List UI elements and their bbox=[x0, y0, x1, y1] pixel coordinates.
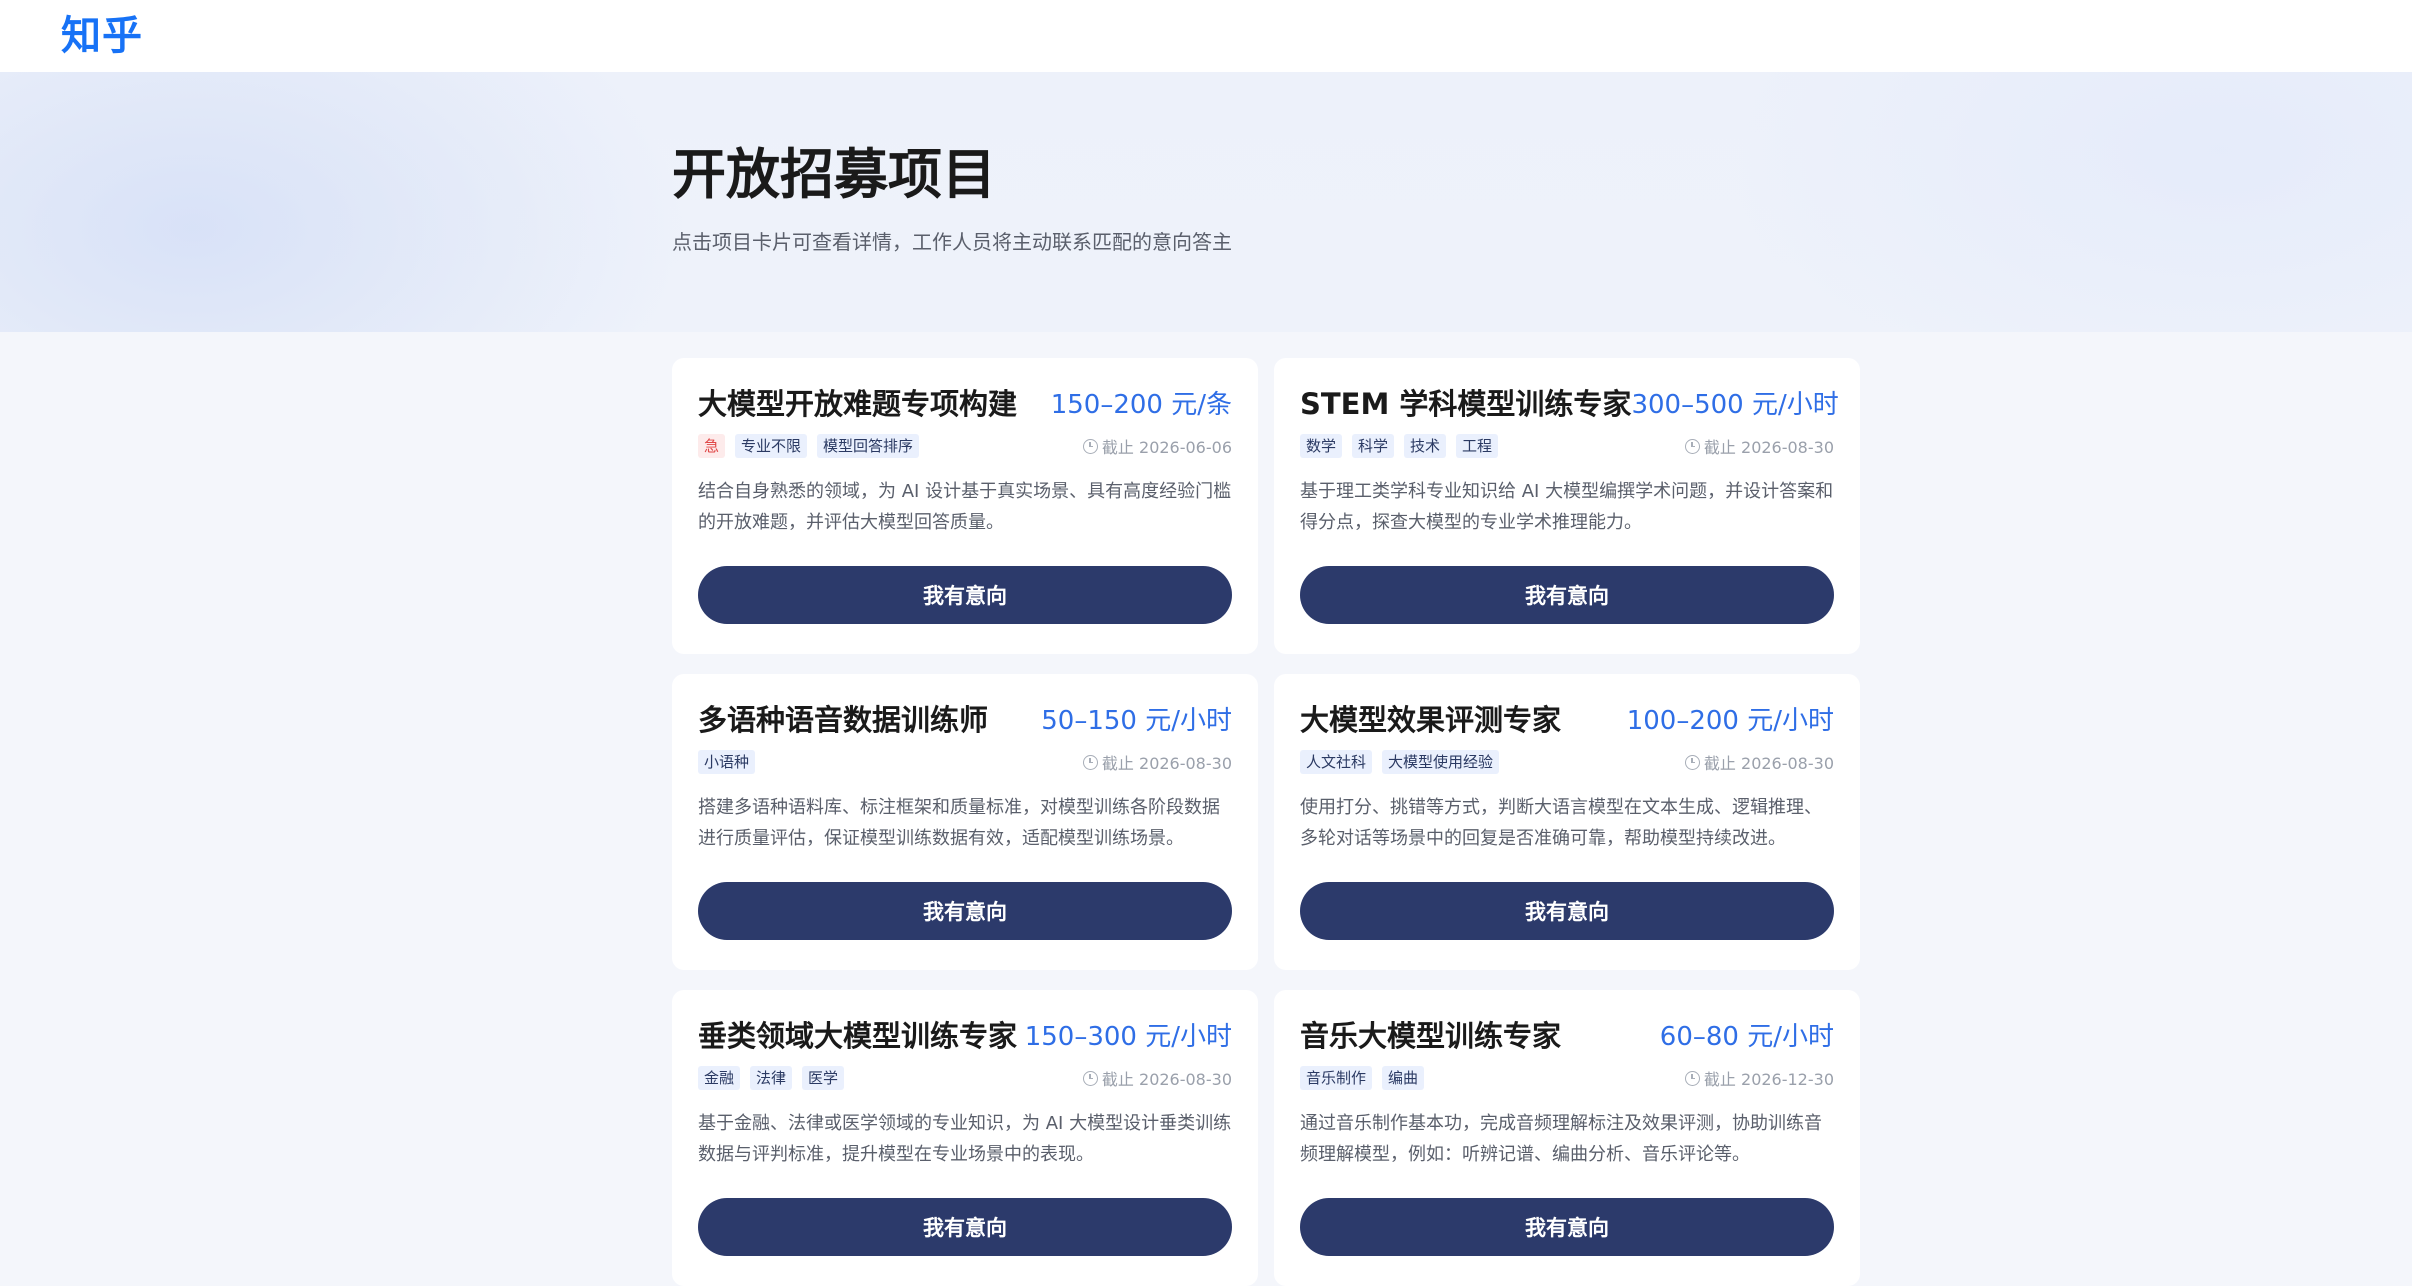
interest-button[interactable]: 我有意向 bbox=[1300, 566, 1834, 624]
deadline: 截止 2026-08-30 bbox=[1684, 434, 1834, 458]
project-title: 多语种语音数据训练师 bbox=[698, 703, 989, 737]
clock-icon bbox=[1082, 754, 1098, 770]
tag-list: 急 专业不限 模型回答排序 bbox=[698, 434, 920, 458]
clock-icon bbox=[1684, 754, 1700, 770]
project-card[interactable]: 音乐大模型训练专家 60–80 元/小时 音乐制作 编曲 截止 2026-12-… bbox=[1274, 990, 1860, 1286]
deadline: 截止 2026-08-30 bbox=[1684, 750, 1834, 774]
deadline-text: 截止 2026-08-30 bbox=[1101, 754, 1232, 773]
project-tag: 音乐制作 bbox=[1300, 1066, 1373, 1090]
project-price: 150–200 元/条 bbox=[1050, 389, 1232, 420]
project-tag: 数学 bbox=[1300, 434, 1343, 458]
urgent-badge: 急 bbox=[698, 434, 726, 458]
tag-list: 人文社科 大模型使用经验 bbox=[1300, 750, 1500, 774]
project-price: 150–300 元/小时 bbox=[1024, 1021, 1232, 1052]
interest-button[interactable]: 我有意向 bbox=[1300, 1198, 1834, 1256]
card-header: 音乐大模型训练专家 60–80 元/小时 bbox=[1300, 1016, 1834, 1053]
project-title: 大模型开放难题专项构建 bbox=[698, 387, 1018, 421]
project-description: 基于理工类学科专业知识给 AI 大模型编撰学术问题，并设计答案和得分点，探查大模… bbox=[1300, 481, 1834, 533]
card-header: 大模型效果评测专家 100–200 元/小时 bbox=[1300, 700, 1834, 737]
clock-icon bbox=[1082, 438, 1098, 454]
clock-icon bbox=[1684, 438, 1700, 454]
card-header: 垂类领域大模型训练专家 150–300 元/小时 bbox=[698, 1016, 1232, 1053]
page-subtitle: 点击项目卡片可查看详情，工作人员将主动联系匹配的意向答主 bbox=[672, 230, 1232, 254]
card-meta: 人文社科 大模型使用经验 截止 2026-08-30 bbox=[1300, 750, 1834, 774]
card-header: STEM 学科模型训练专家 300–500 元/小时 bbox=[1300, 384, 1839, 421]
tag-list: 金融 法律 医学 bbox=[698, 1066, 845, 1090]
top-bar: 知乎 bbox=[0, 0, 2412, 72]
project-tag: 工程 bbox=[1456, 434, 1499, 458]
deadline: 截止 2026-08-30 bbox=[1082, 750, 1232, 774]
tag-list: 小语种 bbox=[698, 750, 756, 774]
project-tag: 技术 bbox=[1404, 434, 1447, 458]
deadline-text: 截止 2026-12-30 bbox=[1703, 1070, 1834, 1089]
project-title: STEM 学科模型训练专家 bbox=[1300, 387, 1632, 421]
deadline: 截止 2026-06-06 bbox=[1082, 434, 1232, 458]
clock-icon bbox=[1684, 1070, 1700, 1086]
deadline: 截止 2026-12-30 bbox=[1684, 1066, 1834, 1090]
project-title: 大模型效果评测专家 bbox=[1300, 703, 1562, 737]
zhihu-logo[interactable]: 知乎 bbox=[61, 3, 143, 61]
project-card[interactable]: 多语种语音数据训练师 50–150 元/小时 小语种 截止 2026-08-30… bbox=[672, 674, 1258, 970]
project-tag: 科学 bbox=[1352, 434, 1395, 458]
project-description: 使用打分、挑错等方式，判断大语言模型在文本生成、逻辑推理、多轮对话等场景中的回复… bbox=[1300, 797, 1822, 849]
project-description: 结合自身熟悉的领域，为 AI 设计基于真实场景、具有高度经验门槛的开放难题，并评… bbox=[698, 481, 1232, 533]
interest-button[interactable]: 我有意向 bbox=[698, 882, 1232, 940]
card-meta: 小语种 截止 2026-08-30 bbox=[698, 750, 1232, 774]
deadline-text: 截止 2026-08-30 bbox=[1703, 438, 1834, 457]
project-title: 垂类领域大模型训练专家 bbox=[698, 1019, 1018, 1053]
card-meta: 急 专业不限 模型回答排序 截止 2026-06-06 bbox=[698, 434, 1232, 458]
deadline-text: 截止 2026-08-30 bbox=[1101, 1070, 1232, 1089]
project-description: 搭建多语种语料库、标注框架和质量标准，对模型训练各阶段数据进行质量评估，保证模型… bbox=[698, 797, 1220, 849]
project-grid: 大模型开放难题专项构建 150–200 元/条 急 专业不限 模型回答排序 截止… bbox=[672, 358, 1860, 1286]
project-description: 通过音乐制作基本功，完成音频理解标注及效果评测，协助训练音频理解模型，例如：听辨… bbox=[1300, 1113, 1822, 1165]
interest-button[interactable]: 我有意向 bbox=[1300, 882, 1834, 940]
card-header: 多语种语音数据训练师 50–150 元/小时 bbox=[698, 700, 1232, 737]
hero-banner: 开放招募项目 点击项目卡片可查看详情，工作人员将主动联系匹配的意向答主 bbox=[0, 72, 2412, 332]
card-meta: 金融 法律 医学 截止 2026-08-30 bbox=[698, 1066, 1232, 1090]
page-title: 开放招募项目 bbox=[672, 143, 996, 206]
card-header: 大模型开放难题专项构建 150–200 元/条 bbox=[698, 384, 1232, 421]
tag-list: 数学 科学 技术 工程 bbox=[1300, 434, 1499, 458]
clock-icon bbox=[1082, 1070, 1098, 1086]
project-description: 基于金融、法律或医学领域的专业知识，为 AI 大模型设计垂类训练数据与评判标准，… bbox=[698, 1113, 1232, 1165]
deadline-text: 截止 2026-08-30 bbox=[1703, 754, 1834, 773]
project-tag: 编曲 bbox=[1382, 1066, 1425, 1090]
deadline-text: 截止 2026-06-06 bbox=[1101, 438, 1232, 457]
project-tag: 金融 bbox=[698, 1066, 741, 1090]
interest-button[interactable]: 我有意向 bbox=[698, 1198, 1232, 1256]
project-price: 60–80 元/小时 bbox=[1659, 1021, 1834, 1052]
deadline: 截止 2026-08-30 bbox=[1082, 1066, 1232, 1090]
project-title: 音乐大模型训练专家 bbox=[1300, 1019, 1562, 1053]
project-card[interactable]: 大模型开放难题专项构建 150–200 元/条 急 专业不限 模型回答排序 截止… bbox=[672, 358, 1258, 654]
project-tag: 专业不限 bbox=[735, 434, 808, 458]
project-card[interactable]: STEM 学科模型训练专家 300–500 元/小时 数学 科学 技术 工程 截… bbox=[1274, 358, 1860, 654]
project-price: 100–200 元/小时 bbox=[1626, 705, 1834, 736]
card-meta: 数学 科学 技术 工程 截止 2026-08-30 bbox=[1300, 434, 1834, 458]
project-tag: 人文社科 bbox=[1300, 750, 1373, 774]
project-price: 300–500 元/小时 bbox=[1631, 389, 1839, 420]
project-card[interactable]: 垂类领域大模型训练专家 150–300 元/小时 金融 法律 医学 截止 202… bbox=[672, 990, 1258, 1286]
project-tag: 大模型使用经验 bbox=[1382, 750, 1500, 774]
project-price: 50–150 元/小时 bbox=[1041, 705, 1232, 736]
interest-button[interactable]: 我有意向 bbox=[698, 566, 1232, 624]
hero-content: 开放招募项目 点击项目卡片可查看详情，工作人员将主动联系匹配的意向答主 bbox=[672, 148, 1232, 255]
project-tag: 医学 bbox=[802, 1066, 845, 1090]
card-meta: 音乐制作 编曲 截止 2026-12-30 bbox=[1300, 1066, 1834, 1090]
project-tag: 小语种 bbox=[698, 750, 756, 774]
project-card[interactable]: 大模型效果评测专家 100–200 元/小时 人文社科 大模型使用经验 截止 2… bbox=[1274, 674, 1860, 970]
tag-list: 音乐制作 编曲 bbox=[1300, 1066, 1425, 1090]
project-tag: 法律 bbox=[750, 1066, 793, 1090]
project-tag: 模型回答排序 bbox=[817, 434, 920, 458]
